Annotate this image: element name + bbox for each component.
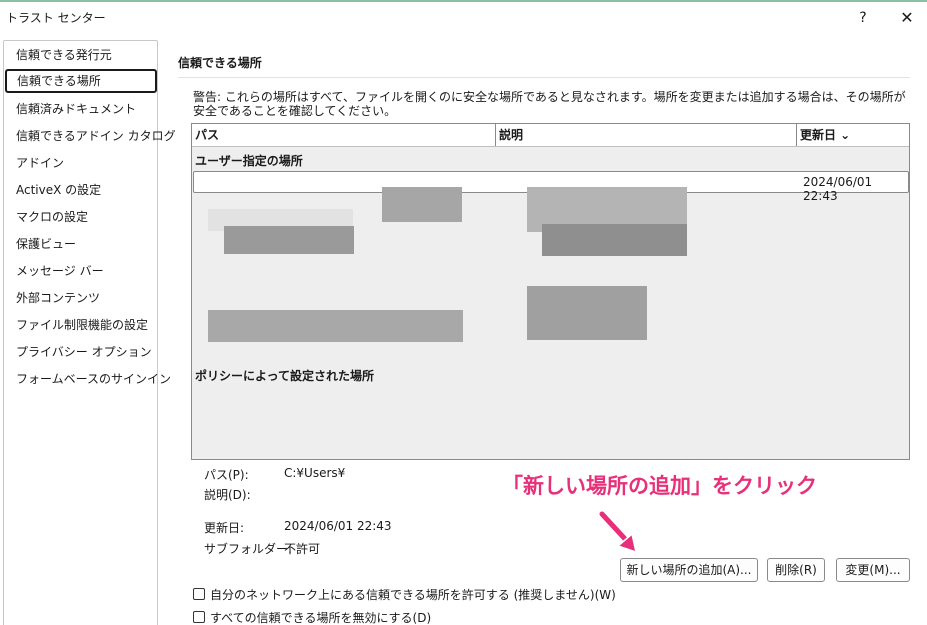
title-bar: トラスト センター ? ✕: [0, 2, 927, 32]
redacted-description[interactable]: [542, 224, 687, 256]
section-title: 信頼できる場所: [178, 56, 262, 70]
sidebar-item-activex[interactable]: ActiveX の設定: [4, 178, 157, 202]
disable-all-label[interactable]: すべての信頼できる場所を無効にする(D): [210, 609, 431, 625]
modified-label: 更新日:: [204, 521, 245, 535]
table-header: パス 説明 更新日 ⌄: [192, 124, 909, 147]
warning-text: 警告: これらの場所はすべて、ファイルを開くのに安全な場所であると見なされます。…: [193, 90, 906, 118]
column-header-path[interactable]: パス: [192, 124, 495, 146]
redacted-description[interactable]: [527, 286, 647, 340]
sidebar-item-trusted-locations[interactable]: 信頼できる場所: [5, 69, 157, 93]
sidebar-item-external-content[interactable]: 外部コンテンツ: [4, 286, 157, 310]
sidebar-item-message-bar[interactable]: メッセージ バー: [4, 259, 157, 283]
modify-button[interactable]: 変更(M)...: [836, 558, 910, 582]
group-header-user: ユーザー指定の場所: [195, 154, 303, 168]
sidebar-item-macro[interactable]: マクロの設定: [4, 205, 157, 229]
column-header-modified[interactable]: 更新日 ⌄: [797, 124, 907, 146]
help-button[interactable]: ?: [851, 7, 875, 29]
sidebar: 信頼できる発行元 信頼できる場所 信頼済みドキュメント 信頼できるアドイン カタ…: [3, 40, 176, 625]
subfolders-value: 不許可: [284, 542, 321, 556]
sidebar-item-trusted-documents[interactable]: 信頼済みドキュメント: [4, 97, 157, 121]
modified-value: 2024/06/01 22:43: [284, 519, 392, 533]
sidebar-item-privacy[interactable]: プライバシー オプション: [4, 340, 157, 364]
annotation-callout: 「新しい場所の追加」をクリック: [502, 474, 817, 498]
window-title: トラスト センター: [6, 11, 106, 25]
group-header-policy: ポリシーによって設定された場所: [195, 369, 375, 383]
sidebar-item-file-block[interactable]: ファイル制限機能の設定: [4, 313, 157, 337]
locations-table[interactable]: パス 説明 更新日 ⌄ ユーザー指定の場所 2024/06/01 22:43 ポ…: [191, 123, 910, 460]
allow-network-checkbox[interactable]: [193, 588, 205, 600]
remove-button[interactable]: 削除(R): [767, 558, 825, 582]
section-divider: [178, 77, 910, 78]
column-header-description[interactable]: 説明: [496, 124, 796, 146]
redacted-path[interactable]: [382, 187, 462, 222]
annotation-arrow-icon: [597, 509, 638, 554]
redacted-path[interactable]: [224, 226, 354, 254]
allow-network-label[interactable]: 自分のネットワーク上にある信頼できる場所を許可する (推奨しません)(W): [210, 586, 616, 603]
close-button[interactable]: ✕: [895, 7, 919, 29]
sidebar-item-form-signin[interactable]: フォームベースのサインイン: [4, 367, 171, 391]
add-location-button[interactable]: 新しい場所の追加(A)...: [620, 558, 758, 582]
sidebar-item-trusted-publishers[interactable]: 信頼できる発行元: [4, 43, 157, 67]
redacted-path[interactable]: [208, 310, 463, 342]
path-label: パス(P):: [204, 468, 249, 482]
disable-all-checkbox[interactable]: [193, 611, 205, 623]
description-label: 説明(D):: [204, 488, 251, 502]
sidebar-item-addins[interactable]: アドイン: [4, 151, 157, 175]
subfolders-label: サブフォルダー:: [204, 542, 293, 556]
row-modified-date: 2024/06/01 22:43: [803, 175, 873, 203]
sidebar-item-protected-view[interactable]: 保護ビュー: [4, 232, 157, 256]
sidebar-item-trusted-addin-catalogs[interactable]: 信頼できるアドイン カタログ: [4, 124, 176, 148]
path-value: C:¥Users¥: [284, 466, 346, 480]
